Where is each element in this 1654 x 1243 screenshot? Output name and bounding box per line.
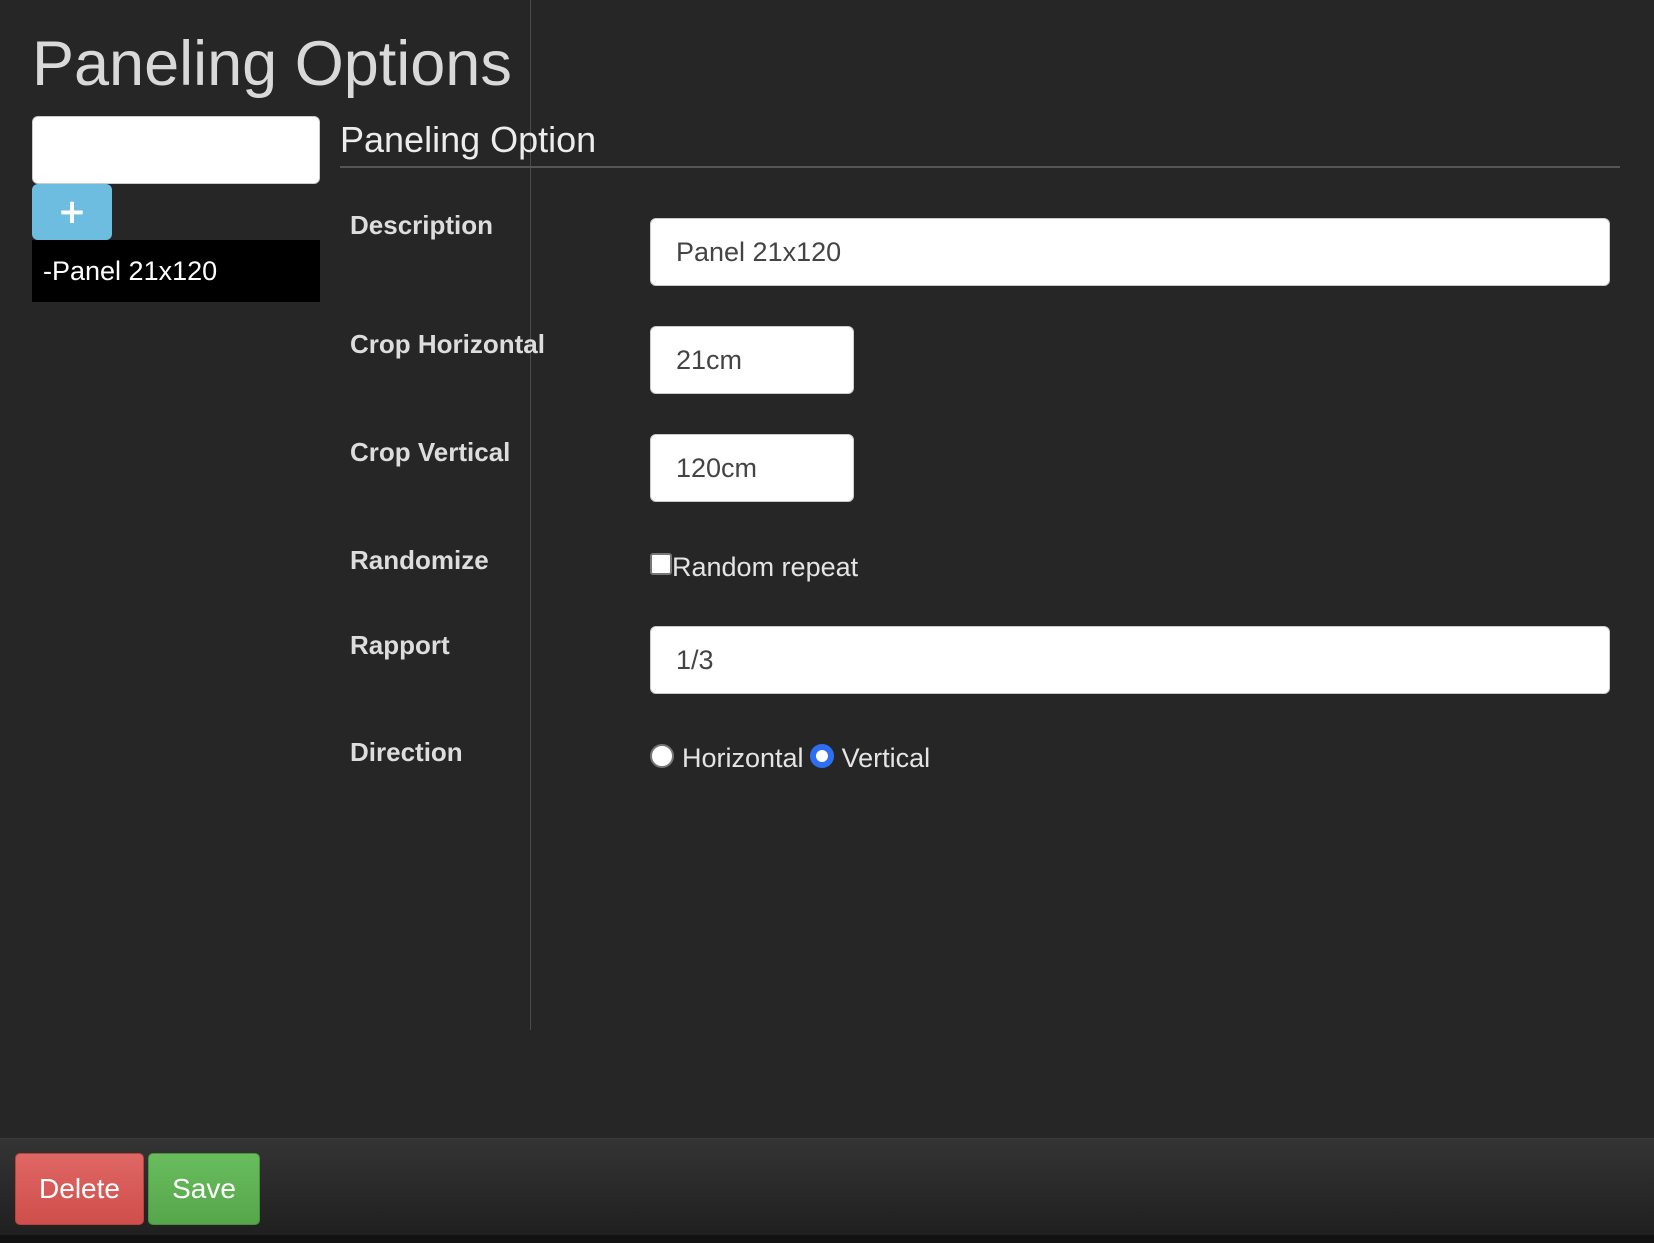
option-list: -Panel 21x120 <box>32 240 320 302</box>
crop-vertical-label: Crop Vertical <box>350 437 511 467</box>
save-button[interactable]: Save <box>148 1153 260 1225</box>
footer-toolbar: Delete Save <box>0 1138 1654 1243</box>
direction-vertical-label[interactable]: Vertical <box>842 743 931 774</box>
direction-horizontal-radio[interactable] <box>650 744 674 768</box>
direction-label: Direction <box>350 737 463 767</box>
crop-horizontal-label: Crop Horizontal <box>350 329 545 359</box>
section-heading: Paneling Option <box>340 114 1620 168</box>
randomize-option: Random repeat <box>650 550 858 584</box>
search-input[interactable] <box>32 116 320 184</box>
page-title: Paneling Options <box>32 29 512 99</box>
random-repeat-label[interactable]: Random repeat <box>672 552 858 583</box>
crop-horizontal-field[interactable] <box>650 326 854 394</box>
crop-vertical-field[interactable] <box>650 434 854 502</box>
list-item[interactable]: -Panel 21x120 <box>32 240 320 302</box>
direction-radio-group: Horizontal Vertical <box>650 741 936 775</box>
add-option-button[interactable]: + <box>32 184 112 240</box>
description-field[interactable] <box>650 218 1610 286</box>
random-repeat-checkbox[interactable] <box>650 553 672 575</box>
randomize-label: Randomize <box>350 545 489 575</box>
description-label: Description <box>350 210 494 240</box>
rapport-label: Rapport <box>350 630 450 660</box>
rapport-field[interactable] <box>650 626 1610 694</box>
direction-vertical-radio[interactable] <box>809 744 834 768</box>
direction-horizontal-label[interactable]: Horizontal <box>682 743 804 774</box>
delete-button[interactable]: Delete <box>15 1153 144 1225</box>
